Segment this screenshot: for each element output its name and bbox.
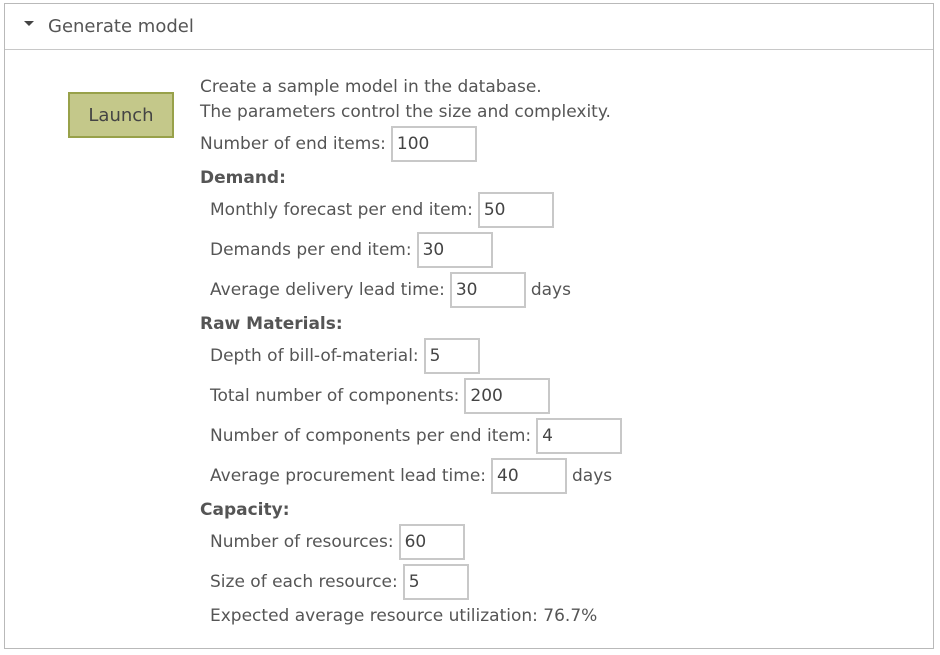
- intro-line-2: The parameters control the size and comp…: [200, 102, 611, 122]
- bom-depth-input[interactable]: [423, 338, 480, 374]
- delivery-lead-time-label: Average delivery lead time:: [210, 280, 445, 300]
- delivery-lead-time-row: Average delivery lead time: days: [210, 272, 571, 308]
- resources-label: Number of resources:: [210, 532, 394, 552]
- caret-down-icon[interactable]: [24, 21, 34, 26]
- raw-materials-heading: Raw Materials:: [200, 314, 343, 334]
- procurement-lead-time-label: Average procurement lead time:: [210, 466, 487, 486]
- bom-depth-label: Depth of bill-of-material:: [210, 346, 419, 366]
- demands-per-item-row: Demands per end item:: [210, 232, 493, 268]
- generate-model-panel: Generate model Launch Create a sample mo…: [4, 3, 934, 649]
- end-items-input[interactable]: [390, 126, 477, 162]
- demands-per-item-input[interactable]: [416, 232, 493, 268]
- delivery-lead-time-unit: days: [530, 280, 571, 300]
- panel-title: Generate model: [48, 16, 194, 37]
- monthly-forecast-row: Monthly forecast per end item:: [210, 192, 554, 228]
- procurement-lead-time-input[interactable]: [491, 458, 568, 494]
- procurement-lead-time-unit: days: [572, 466, 613, 486]
- total-components-row: Total number of components:: [210, 378, 551, 414]
- launch-button[interactable]: Launch: [68, 92, 174, 138]
- panel-header[interactable]: Generate model: [5, 4, 933, 50]
- delivery-lead-time-input[interactable]: [449, 272, 526, 308]
- total-components-label: Total number of components:: [210, 386, 460, 406]
- components-per-item-row: Number of components per end item:: [210, 418, 623, 454]
- utilization-text: Expected average resource utilization: 7…: [210, 606, 598, 626]
- demand-heading: Demand:: [200, 168, 286, 188]
- monthly-forecast-input[interactable]: [477, 192, 554, 228]
- total-components-input[interactable]: [464, 378, 551, 414]
- procurement-lead-time-row: Average procurement lead time: days: [210, 458, 612, 494]
- demands-per-item-label: Demands per end item:: [210, 240, 412, 260]
- resource-size-label: Size of each resource:: [210, 572, 398, 592]
- end-items-label: Number of end items:: [200, 134, 386, 154]
- resources-input[interactable]: [398, 524, 465, 560]
- resource-size-input[interactable]: [402, 564, 469, 600]
- components-per-item-input[interactable]: [536, 418, 623, 454]
- bom-depth-row: Depth of bill-of-material:: [210, 338, 480, 374]
- capacity-heading: Capacity:: [200, 500, 290, 520]
- intro-line-1: Create a sample model in the database.: [200, 77, 542, 97]
- monthly-forecast-label: Monthly forecast per end item:: [210, 200, 473, 220]
- components-per-item-label: Number of components per end item:: [210, 426, 532, 446]
- end-items-row: Number of end items:: [200, 126, 477, 162]
- resources-row: Number of resources:: [210, 524, 465, 560]
- resource-size-row: Size of each resource:: [210, 564, 469, 600]
